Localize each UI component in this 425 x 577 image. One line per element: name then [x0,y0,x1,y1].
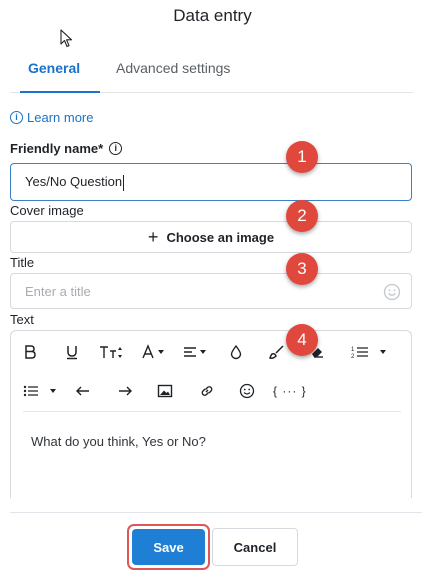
cover-image-label: Cover image [10,203,84,218]
friendly-name-info-icon[interactable]: i [109,142,123,155]
cancel-button[interactable]: Cancel [212,528,298,566]
text-size-icon[interactable] [99,340,125,364]
learn-more-label: Learn more [27,110,94,125]
bulleted-list-dropdown-icon [50,389,56,393]
outdent-icon[interactable] [75,379,91,403]
text-caret [123,174,125,191]
choose-image-button[interactable]: + Choose an image [10,221,412,253]
choose-image-label: Choose an image [166,229,275,245]
bold-icon[interactable] [23,340,37,364]
emoji-picker-icon[interactable] [383,283,401,301]
fill-color-icon[interactable] [229,340,243,364]
numbered-list-dropdown-icon [380,350,386,354]
svg-text:1: 1 [351,347,355,353]
editor-divider [23,411,401,412]
step-badge-4: 4 [286,324,318,356]
step-badge-3: 3 [286,253,318,285]
align-icon[interactable] [183,340,206,364]
friendly-name-value: Yes/No Question [25,174,123,189]
svg-text:2: 2 [351,354,355,360]
mouse-cursor-icon [60,29,73,48]
friendly-name-input[interactable]: Yes/No Question [10,163,412,201]
bulleted-list-icon[interactable] [23,379,56,403]
tab-general[interactable]: General [28,60,80,76]
save-button[interactable]: Save [132,529,205,565]
friendly-name-label-text: Friendly name* [10,141,104,156]
friendly-name-label: Friendly name* i [10,141,123,156]
learn-more-link[interactable]: i Learn more [10,110,93,125]
link-icon[interactable] [199,379,215,403]
underline-icon[interactable] [65,340,79,364]
align-dropdown-icon [200,350,206,354]
indent-icon[interactable] [117,379,133,403]
title-placeholder: Enter a title [25,284,91,299]
rich-text-editor[interactable]: 12 { ··· } What do you think, Yes or No? [10,330,412,498]
editor-toolbar-row-2: { ··· } [11,376,401,406]
active-tab-indicator [20,91,100,93]
variable-icon[interactable]: { ··· } [273,379,307,403]
title-label: Title [10,255,35,270]
font-color-icon[interactable] [141,340,164,364]
editor-toolbar-row-1: 12 [11,337,401,367]
info-icon: i [10,111,23,124]
tab-advanced-settings[interactable]: Advanced settings [116,60,230,76]
highlight-icon[interactable] [269,340,285,364]
tab-bar: General Advanced settings [10,56,413,93]
image-icon[interactable] [157,379,173,403]
editor-content[interactable]: What do you think, Yes or No? [31,434,206,449]
plus-icon: + [147,227,159,247]
save-button-highlight: Save [127,524,210,570]
step-badge-1: 1 [286,141,318,173]
step-badge-2: 2 [286,200,318,232]
font-color-dropdown-icon [158,350,164,354]
dialog-title: Data entry [173,6,252,25]
numbered-list-icon[interactable]: 12 [351,340,386,364]
text-label: Text [10,312,34,327]
footer-divider [10,512,422,513]
emoji-icon[interactable] [239,379,255,403]
title-input[interactable]: Enter a title [10,273,412,309]
